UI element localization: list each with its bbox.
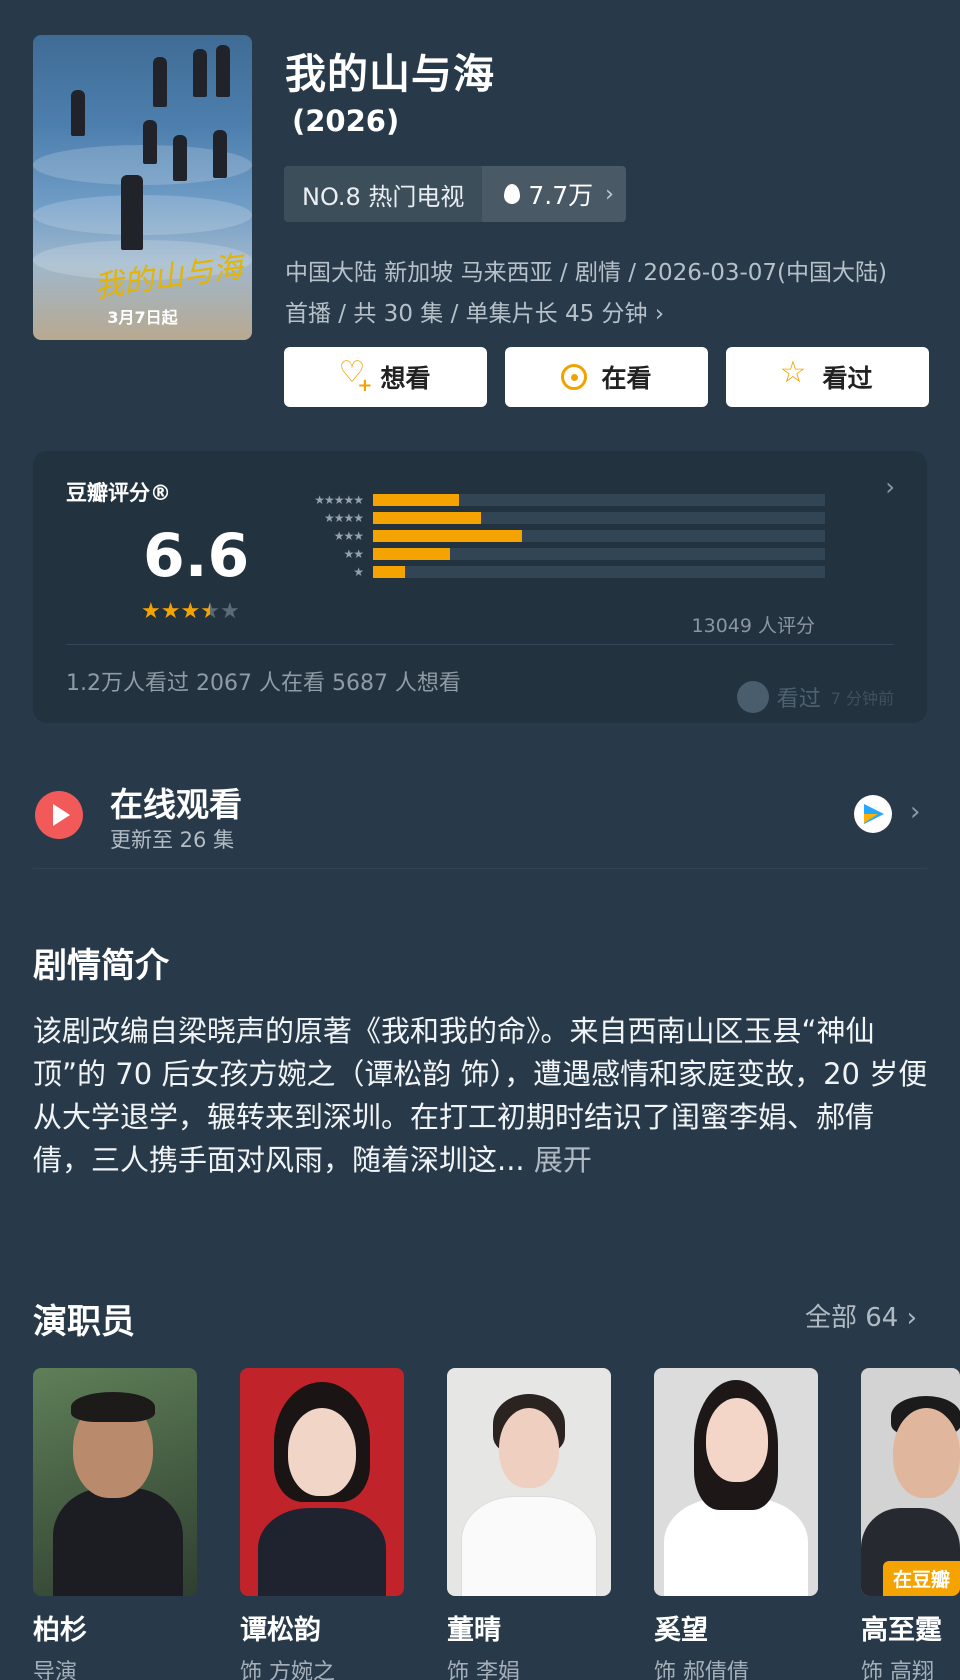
heart-plus-icon: [338, 355, 372, 396]
rating-bar-track: [373, 548, 825, 560]
meta-info-line1: 中国大陆 新加坡 马来西亚 / 剧情 / 2026-03-07(中国大陆): [285, 260, 887, 286]
cast-photo: [33, 1368, 197, 1596]
cast-photo: 在豆瓣: [861, 1368, 960, 1596]
friend-activity-label: 看过: [776, 687, 821, 712]
expand-link[interactable]: 展开: [534, 1143, 592, 1177]
platform-logo-icon[interactable]: [854, 795, 892, 833]
rating-bar-stars: ★★★★: [323, 511, 364, 525]
cast-card[interactable]: 在豆瓣 高至霆 饰 高翔: [861, 1368, 960, 1680]
friend-activity[interactable]: 看过 7 分钟前: [736, 681, 894, 713]
rating-card[interactable]: 豆瓣评分® › 6.6 ★★★★★ ★★★★★ ★★★★ ★★★ ★★ ★ 13049 …: [33, 451, 927, 723]
rating-count: 13049 人评分: [691, 615, 815, 637]
friend-activity-time: 7 分钟前: [830, 689, 894, 708]
cast-role: 饰 高翔: [861, 1660, 934, 1680]
want-to-watch-label: 想看: [380, 364, 431, 393]
meta-info-text: 首播 / 共 30 集 / 单集片长 45 分钟: [285, 301, 648, 327]
cast-card[interactable]: 奚望 饰 郝倩倩: [654, 1368, 818, 1680]
online-watch-title[interactable]: 在线观看: [110, 778, 242, 826]
cast-title: 演职员: [33, 1302, 135, 1342]
cast-name: 董晴: [447, 1615, 501, 1646]
cast-name: 高至霆: [861, 1615, 942, 1646]
chevron-right-icon[interactable]: ›: [910, 797, 920, 827]
rating-bar-fill: [373, 512, 482, 524]
cast-photo: [240, 1368, 404, 1596]
star-rating: ★★★★★: [141, 599, 240, 624]
cast-photo: [447, 1368, 611, 1596]
target-icon: [561, 364, 588, 390]
watched-label: 看过: [822, 364, 873, 393]
cast-role: 导演: [33, 1660, 78, 1680]
rating-bar-stars: ★★: [343, 547, 364, 561]
rating-bar-row: ★: [278, 565, 848, 579]
cast-role: 饰 李娟: [447, 1660, 520, 1680]
cast-role: 饰 方婉之: [240, 1660, 335, 1680]
cast-name: 柏杉: [33, 1615, 87, 1646]
want-to-watch-button[interactable]: 想看: [284, 347, 487, 407]
synopsis-text[interactable]: 该剧改编自梁晓声的原著《我和我的命》。来自西南山区玉县“神仙顶”的 70 后女孩…: [33, 1010, 928, 1182]
cast-card[interactable]: 谭松韵 饰 方婉之: [240, 1368, 404, 1680]
rating-bar-fill: [373, 530, 523, 542]
rating-bar-stars: ★: [353, 565, 364, 579]
rating-bar-stars: ★★★★★: [314, 493, 364, 507]
rating-bar-row: ★★★★★: [278, 493, 848, 507]
rating-bar-stars: ★★★: [333, 529, 364, 543]
rating-bar-track: [373, 530, 825, 542]
avatar: [736, 681, 769, 713]
watching-label: 在看: [601, 364, 652, 393]
heat-button[interactable]: 7.7万 ›: [482, 166, 626, 222]
rank-badge[interactable]: NO.8 热门电视 7.7万 ›: [284, 166, 626, 222]
rating-bar-track: [373, 512, 825, 524]
divider: [66, 644, 894, 645]
heat-value: 7.7万: [528, 181, 594, 210]
rating-bar-track: [373, 494, 825, 506]
rating-bar-row: ★★★★: [278, 511, 848, 525]
release-year: (2026): [292, 104, 400, 138]
synopsis-body: 该剧改编自梁晓声的原著《我和我的命》。来自西南山区玉县“神仙顶”的 70 后女孩…: [33, 1014, 928, 1177]
rating-bar-row: ★★: [278, 547, 848, 561]
rating-bar-track: [373, 566, 825, 578]
watching-button[interactable]: 在看: [505, 347, 708, 407]
rating-label: 豆瓣评分®: [66, 481, 171, 505]
cast-all-label: 全部 64: [805, 1303, 899, 1333]
divider: [33, 868, 927, 869]
poster-caption: 3月7日起: [107, 308, 178, 327]
online-watch-subtitle: 更新至 26 集: [110, 828, 235, 852]
chevron-right-icon: ›: [906, 1303, 918, 1333]
star-icon: [779, 355, 808, 390]
rank-label: NO.8 热门电视: [284, 166, 483, 222]
cast-all-link[interactable]: 全部 64 ›: [805, 1297, 917, 1334]
play-icon[interactable]: [35, 791, 83, 839]
synopsis-title: 剧情简介: [33, 946, 169, 986]
flame-icon: [504, 184, 521, 204]
chevron-right-icon[interactable]: ›: [885, 473, 895, 501]
poster-image[interactable]: 我的山与海 3月7日起: [33, 35, 252, 340]
rating-score: 6.6: [143, 521, 250, 591]
chevron-right-icon: ›: [654, 301, 665, 327]
page-title: 我的山与海: [285, 50, 495, 98]
watch-stats: 1.2万人看过 2067 人在看 5687 人想看: [66, 671, 461, 696]
chevron-right-icon: ›: [605, 181, 614, 207]
watched-button[interactable]: 看过: [726, 347, 929, 407]
cast-name: 谭松韵: [240, 1615, 321, 1646]
rating-bar-fill: [373, 548, 450, 560]
rating-bar-fill: [373, 566, 405, 578]
cast-name: 奚望: [654, 1615, 708, 1646]
on-douban-badge: 在豆瓣: [882, 1561, 960, 1596]
rating-bar-row: ★★★: [278, 529, 848, 543]
rating-bar-fill: [373, 494, 459, 506]
meta-info-line2[interactable]: 首播 / 共 30 集 / 单集片长 45 分钟 ›: [285, 294, 664, 328]
cast-card[interactable]: 柏杉 导演: [33, 1368, 197, 1680]
cast-card[interactable]: 董晴 饰 李娟: [447, 1368, 611, 1680]
cast-role: 饰 郝倩倩: [654, 1660, 749, 1680]
cast-photo: [654, 1368, 818, 1596]
